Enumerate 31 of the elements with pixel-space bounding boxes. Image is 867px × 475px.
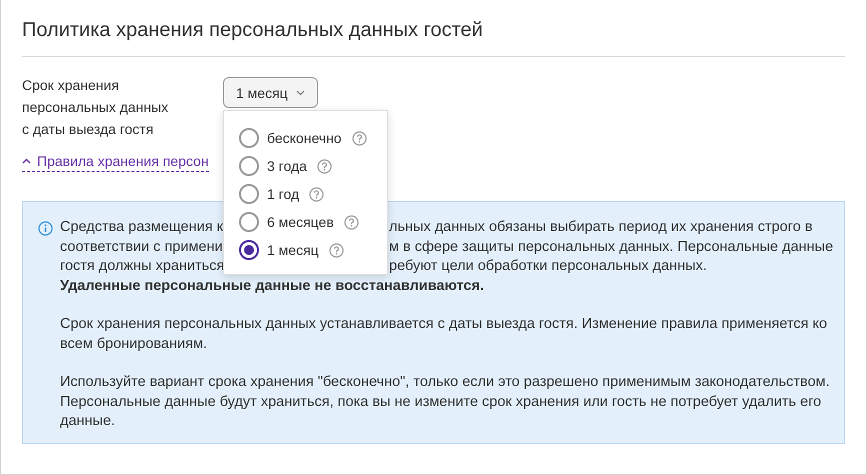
info-text: соответствии с примени <box>60 238 224 256</box>
help-icon[interactable] <box>316 158 332 174</box>
page-title: Политика хранения персональных данных гостей <box>22 18 484 43</box>
radio-button[interactable] <box>239 184 259 204</box>
chevron-icon <box>296 90 305 96</box>
info-text: льных данных обязаны выбирать период их хранения строго в <box>389 218 813 237</box>
field-label: Срок хранения персональных данных с даты выезда гостя <box>22 76 170 139</box>
option-label[interactable]: 3 года <box>267 158 307 174</box>
help-icon[interactable] <box>328 242 344 258</box>
option-label[interactable]: 1 год <box>267 186 300 202</box>
radio-button[interactable] <box>239 240 259 260</box>
warning-text: Удаленные персональные данные не восстанавливаются. <box>60 276 485 296</box>
caret-icon <box>22 158 31 164</box>
radio-button[interactable] <box>239 128 259 148</box>
help-icon[interactable] <box>309 186 324 202</box>
rules-link[interactable]: Правила хранения персон <box>22 153 209 172</box>
info-paragraph: Срок хранения персональных данных устанавливается с даты выезда гостя. Изменение правила применяется ко всем бронированиям. <box>60 315 828 354</box>
info-icon <box>38 221 53 236</box>
info-text: ребуют цели обработки персональных данных. <box>389 257 707 276</box>
help-icon[interactable] <box>352 130 367 146</box>
radio-button[interactable] <box>239 156 259 176</box>
option-label[interactable]: 6 месяцев <box>267 214 334 230</box>
option-label[interactable]: 1 месяц <box>267 242 319 258</box>
info-paragraph: Используйте вариант срока хранения "бесконечно", только если это разрешено применимым законодательством. Персональные данные будут храниться, пока вы не измените срок хранения или гость не потребует удалить его данные. <box>60 373 831 431</box>
radio-button[interactable] <box>239 212 259 232</box>
info-text: гостя должны храниться <box>60 257 224 276</box>
period-select[interactable]: 1 месяц <box>223 77 318 108</box>
info-text: Средства размещения к <box>60 218 224 237</box>
help-icon[interactable] <box>344 214 359 230</box>
option-label[interactable]: бесконечно <box>267 130 342 146</box>
info-text: м в сфере защиты персональных данных. Персональные данные <box>389 238 834 256</box>
